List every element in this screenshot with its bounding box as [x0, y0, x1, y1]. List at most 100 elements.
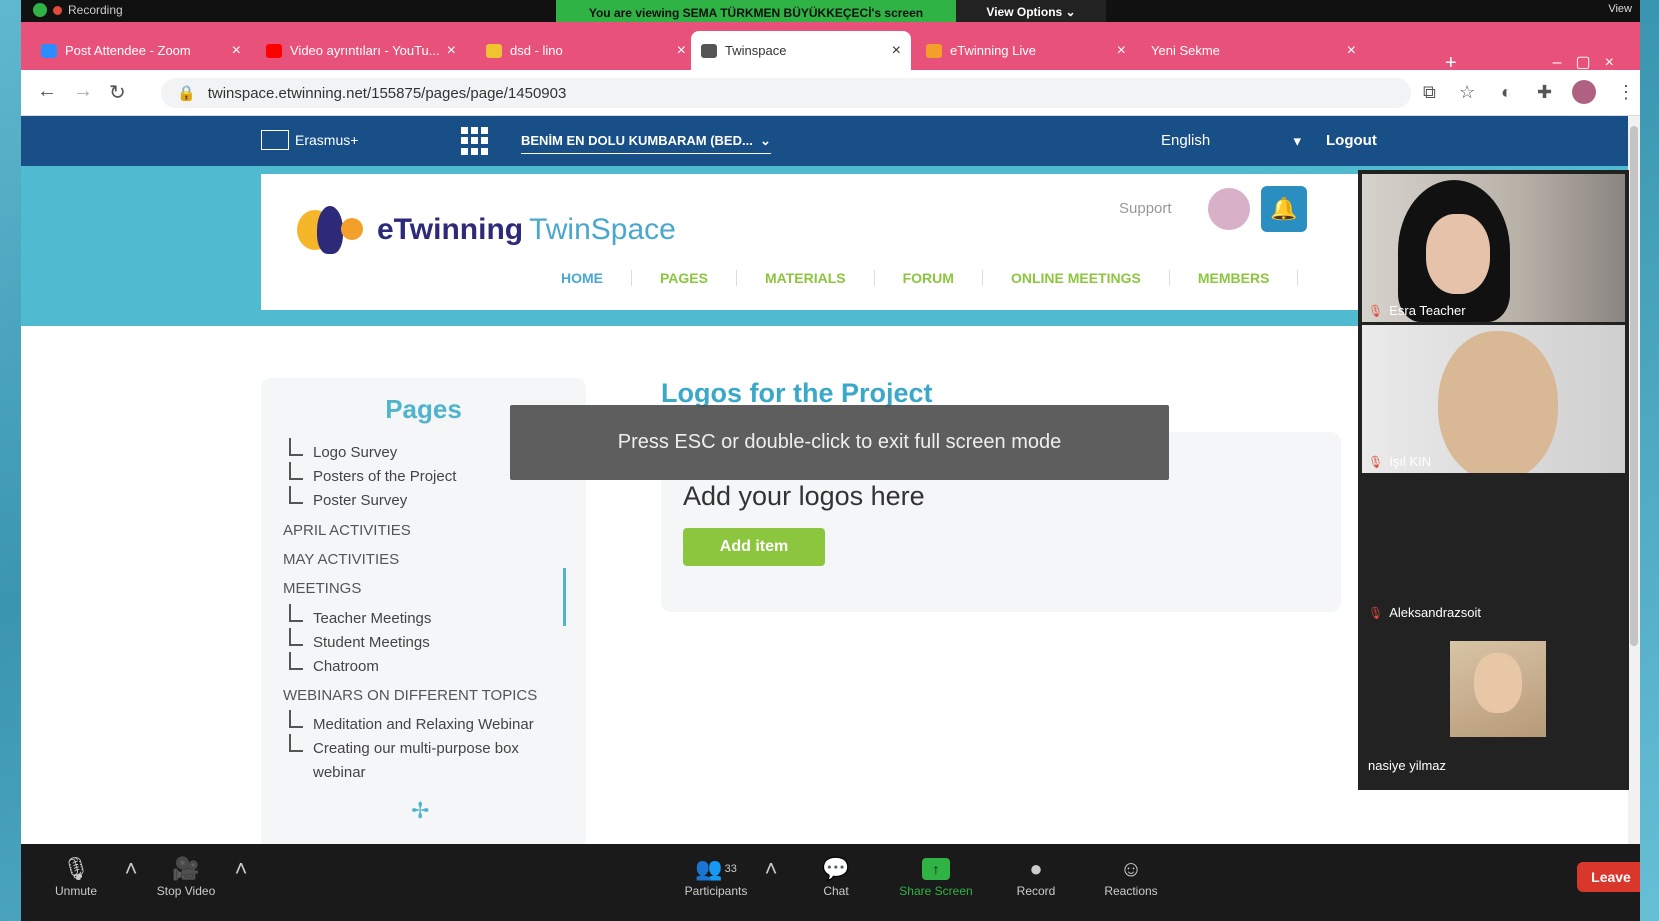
- translate-icon[interactable]: ⧉: [1423, 82, 1436, 103]
- sidebar-scrollbar[interactable]: [563, 568, 566, 626]
- puzzle-icon[interactable]: ✚: [1537, 82, 1552, 103]
- sidebar-item-student-meetings[interactable]: Student Meetings: [289, 628, 430, 651]
- tab-etwinning-live[interactable]: eTwinning Live ×: [916, 31, 1136, 70]
- nav-pages[interactable]: PAGES: [632, 270, 737, 286]
- chat-icon: 💬: [822, 856, 850, 881]
- participant-name: Esra Teacher: [1389, 303, 1466, 318]
- view-options-button[interactable]: View Options ⌄: [956, 0, 1106, 24]
- nav-members[interactable]: MEMBERS: [1170, 270, 1299, 286]
- sidebar-item-logo-survey[interactable]: Logo Survey: [288, 438, 397, 461]
- share-screen-label: Share Screen: [899, 884, 973, 898]
- page-scrollbar[interactable]: [1628, 116, 1640, 844]
- project-selector[interactable]: BENİM EN DOLU KUMBARAM (BED... ⌄: [521, 133, 771, 154]
- sidebar-item-meditation[interactable]: Meditation and Relaxing Webinar: [289, 710, 534, 733]
- tab-lino[interactable]: dsd - lino ×: [476, 31, 696, 70]
- video-options-caret-icon[interactable]: ˄: [226, 854, 256, 884]
- language-select[interactable]: English ▾: [1161, 132, 1301, 150]
- tab-title: dsd - lino: [510, 43, 563, 58]
- muted-mic-icon: 🎙: [1368, 605, 1384, 620]
- youtube-favicon-icon: [266, 43, 282, 58]
- view-button[interactable]: View: [1608, 3, 1632, 15]
- sidebar-item-may[interactable]: MAY ACTIVITIES: [283, 551, 399, 568]
- main-nav: HOME PAGES MATERIALS FORUM ONLINE MEETIN…: [561, 270, 1299, 286]
- stop-video-label: Stop Video: [156, 884, 216, 898]
- close-icon[interactable]: ×: [1117, 42, 1126, 60]
- recording-indicator: Recording: [33, 3, 123, 17]
- move-icon[interactable]: ✢: [411, 798, 429, 824]
- video-tile[interactable]: nasiye yilmaz: [1362, 629, 1625, 777]
- logout-link[interactable]: Logout: [1326, 132, 1377, 149]
- nav-online-meetings[interactable]: ONLINE MEETINGS: [983, 270, 1170, 286]
- nav-materials[interactable]: MATERIALS: [737, 270, 875, 286]
- sidebar-item-webinar[interactable]: webinar: [313, 764, 366, 781]
- nav-home[interactable]: HOME: [561, 270, 632, 286]
- leave-button[interactable]: Leave: [1577, 862, 1640, 892]
- stop-video-button[interactable]: 🎥 Stop Video: [141, 854, 231, 898]
- user-avatar[interactable]: [1206, 186, 1252, 232]
- sidebar-item-webinars[interactable]: WEBINARS ON DIFFERENT TOPICS: [283, 687, 537, 704]
- sidebar-item-meetings[interactable]: MEETINGS: [283, 580, 361, 597]
- participants-caret-icon[interactable]: ˄: [756, 854, 786, 884]
- chat-button[interactable]: 💬 Chat: [791, 854, 881, 898]
- nav-forum[interactable]: FORUM: [875, 270, 983, 286]
- back-icon[interactable]: ←: [37, 80, 57, 103]
- reactions-button[interactable]: ☺ Reactions: [1086, 854, 1176, 898]
- participants-button[interactable]: 👥 33 Participants: [671, 854, 761, 898]
- zoom-toolbar: 🎙 Unmute ˄ 🎥 Stop Video ˄ 👥 33 Participants …: [21, 844, 1640, 921]
- erasmus-logo[interactable]: Erasmus+: [261, 130, 358, 150]
- url-field[interactable]: 🔒 twinspace.etwinning.net/155875/pages/p…: [161, 78, 1411, 108]
- zoom-favicon-icon: [41, 43, 57, 58]
- participants-count: 33: [724, 863, 737, 875]
- support-link[interactable]: Support: [1119, 200, 1172, 217]
- browser-tabstrip: Post Attendee - Zoom × Video ayrıntıları…: [21, 22, 1640, 74]
- sidebar-item-chatroom[interactable]: Chatroom: [289, 652, 379, 675]
- video-panel: 🎙 Esra Teacher 🎙 Işıl KIN 🎙 Aleksandrazsoit…: [1358, 170, 1629, 790]
- participant-name-tag: nasiye yilmaz: [1368, 758, 1446, 773]
- close-icon[interactable]: ×: [232, 42, 241, 60]
- project-name: BENİM EN DOLU KUMBARAM (BED...: [521, 133, 753, 148]
- forward-icon[interactable]: →: [73, 80, 93, 103]
- tab-youtube[interactable]: Video ayrıntıları - YouTu... ×: [256, 31, 466, 70]
- lock-icon: 🔒: [177, 85, 196, 102]
- star-icon[interactable]: ☆: [1459, 82, 1475, 103]
- tab-title: eTwinning Live: [950, 43, 1036, 58]
- sidebar-item-multipurpose[interactable]: Creating our multi-purpose box: [289, 734, 519, 757]
- sidebar-item-posters[interactable]: Posters of the Project: [288, 462, 456, 485]
- logo-text-twinspace: TwinSpace: [529, 213, 676, 246]
- close-icon[interactable]: ×: [1347, 42, 1356, 60]
- bell-icon[interactable]: 🔔: [1261, 186, 1307, 232]
- tab-title: Post Attendee - Zoom: [65, 43, 191, 58]
- add-item-button[interactable]: Add item: [683, 528, 825, 566]
- close-icon[interactable]: ×: [447, 42, 456, 60]
- video-tile[interactable]: 🎙 Aleksandrazsoit: [1362, 476, 1625, 624]
- sidebar-item-april[interactable]: APRIL ACTIVITIES: [283, 522, 411, 539]
- etwinning-mark-icon: [291, 200, 371, 260]
- window-controls[interactable]: –▢×: [1553, 52, 1628, 72]
- sidebar-item-teacher-meetings[interactable]: Teacher Meetings: [288, 604, 431, 627]
- reload-icon[interactable]: ↻: [109, 80, 126, 105]
- participants-icon: 👥: [695, 856, 723, 881]
- close-icon[interactable]: ×: [677, 42, 686, 60]
- share-screen-button[interactable]: ↑ Share Screen: [891, 854, 981, 898]
- tab-twinspace[interactable]: Twinspace ×: [691, 31, 911, 70]
- caret-down-icon: ▾: [1293, 133, 1301, 150]
- muted-mic-icon: 🎙: [1368, 303, 1384, 318]
- profile-avatar[interactable]: [1572, 80, 1596, 104]
- extension-icon[interactable]: ◐: [1501, 82, 1512, 103]
- muted-mic-icon: 🎙: [1368, 454, 1384, 469]
- close-icon[interactable]: ×: [892, 42, 901, 60]
- video-tile[interactable]: 🎙 Esra Teacher: [1362, 174, 1625, 322]
- tab-zoom[interactable]: Post Attendee - Zoom ×: [31, 31, 251, 70]
- tab-new[interactable]: Yeni Sekme ×: [1141, 31, 1366, 70]
- video-tile[interactable]: 🎙 Işıl KIN: [1362, 325, 1625, 473]
- participant-name-tag: 🎙 Işıl KIN: [1368, 454, 1431, 469]
- mic-muted-icon: 🎙: [62, 856, 90, 881]
- apps-grid-icon[interactable]: [461, 127, 489, 155]
- chat-label: Chat: [823, 884, 849, 898]
- unmute-button[interactable]: 🎙 Unmute: [31, 854, 121, 898]
- menu-icon[interactable]: ⋮: [1617, 82, 1635, 103]
- sidebar-item-poster-survey[interactable]: Poster Survey: [288, 486, 407, 509]
- record-button[interactable]: ● Record: [991, 854, 1081, 898]
- scroll-thumb[interactable]: [1630, 126, 1638, 646]
- etwinning-logo[interactable]: eTwinning TwinSpace: [291, 200, 676, 260]
